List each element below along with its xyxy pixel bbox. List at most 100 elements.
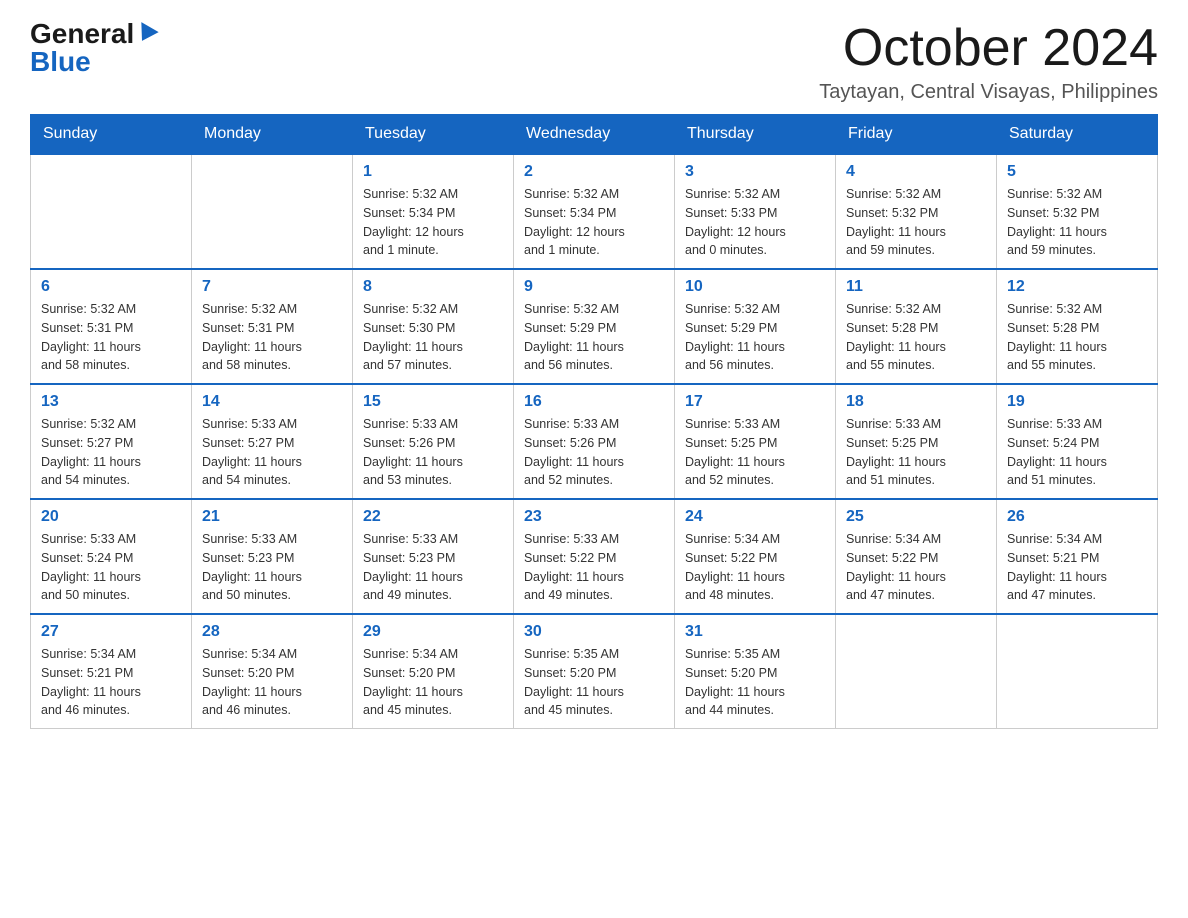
calendar-cell: 26 Sunrise: 5:34 AMSunset: 5:21 PMDayligh… [997, 499, 1158, 614]
day-number: 26 [1007, 508, 1147, 526]
day-info: Sunrise: 5:33 AMSunset: 5:25 PMDaylight:… [846, 415, 986, 490]
day-number: 14 [202, 393, 342, 411]
day-number: 13 [41, 393, 181, 411]
calendar-cell: 21 Sunrise: 5:33 AMSunset: 5:23 PMDayligh… [192, 499, 353, 614]
calendar-cell: 24 Sunrise: 5:34 AMSunset: 5:22 PMDayligh… [675, 499, 836, 614]
day-info: Sunrise: 5:32 AMSunset: 5:29 PMDaylight:… [685, 300, 825, 375]
day-info: Sunrise: 5:32 AMSunset: 5:28 PMDaylight:… [846, 300, 986, 375]
day-number: 25 [846, 508, 986, 526]
day-number: 15 [363, 393, 503, 411]
day-info: Sunrise: 5:34 AMSunset: 5:20 PMDaylight:… [202, 645, 342, 720]
calendar-day-header: Friday [836, 115, 997, 155]
calendar-table: SundayMondayTuesdayWednesdayThursdayFrid… [30, 114, 1158, 729]
day-info: Sunrise: 5:34 AMSunset: 5:22 PMDaylight:… [685, 530, 825, 605]
calendar-header-row: SundayMondayTuesdayWednesdayThursdayFrid… [31, 115, 1158, 155]
calendar-day-header: Thursday [675, 115, 836, 155]
calendar-cell: 12 Sunrise: 5:32 AMSunset: 5:28 PMDayligh… [997, 269, 1158, 384]
calendar-cell: 9 Sunrise: 5:32 AMSunset: 5:29 PMDaylight… [514, 269, 675, 384]
day-number: 3 [685, 163, 825, 181]
calendar-cell: 2Sunrise: 5:32 AMSunset: 5:34 PMDaylight… [514, 154, 675, 269]
day-number: 5 [1007, 163, 1147, 181]
day-info: Sunrise: 5:33 AMSunset: 5:24 PMDaylight:… [1007, 415, 1147, 490]
day-info: Sunrise: 5:35 AMSunset: 5:20 PMDaylight:… [685, 645, 825, 720]
day-info: Sunrise: 5:33 AMSunset: 5:26 PMDaylight:… [363, 415, 503, 490]
day-info: Sunrise: 5:32 AMSunset: 5:32 PMDaylight:… [846, 185, 986, 260]
calendar-cell: 22 Sunrise: 5:33 AMSunset: 5:23 PMDayligh… [353, 499, 514, 614]
calendar-cell: 16 Sunrise: 5:33 AMSunset: 5:26 PMDayligh… [514, 384, 675, 499]
day-number: 1 [363, 163, 503, 181]
day-number: 28 [202, 623, 342, 641]
day-number: 8 [363, 278, 503, 296]
calendar-day-header: Monday [192, 115, 353, 155]
calendar-cell: 6 Sunrise: 5:32 AMSunset: 5:31 PMDaylight… [31, 269, 192, 384]
day-info: Sunrise: 5:33 AMSunset: 5:22 PMDaylight:… [524, 530, 664, 605]
day-info: Sunrise: 5:32 AMSunset: 5:28 PMDaylight:… [1007, 300, 1147, 375]
day-number: 20 [41, 508, 181, 526]
calendar-cell: 8Sunrise: 5:32 AMSunset: 5:30 PMDaylight… [353, 269, 514, 384]
calendar-cell: 31 Sunrise: 5:35 AMSunset: 5:20 PMDayligh… [675, 614, 836, 729]
day-info: Sunrise: 5:33 AMSunset: 5:23 PMDaylight:… [363, 530, 503, 605]
calendar-cell: 10 Sunrise: 5:32 AMSunset: 5:29 PMDayligh… [675, 269, 836, 384]
day-info: Sunrise: 5:32 AMSunset: 5:29 PMDaylight:… [524, 300, 664, 375]
day-number: 17 [685, 393, 825, 411]
calendar-cell: 20 Sunrise: 5:33 AMSunset: 5:24 PMDayligh… [31, 499, 192, 614]
day-info: Sunrise: 5:32 AMSunset: 5:31 PMDaylight:… [202, 300, 342, 375]
day-number: 6 [41, 278, 181, 296]
calendar-cell: 19Sunrise: 5:33 AMSunset: 5:24 PMDayligh… [997, 384, 1158, 499]
calendar-day-header: Wednesday [514, 115, 675, 155]
day-number: 9 [524, 278, 664, 296]
calendar-cell: 7Sunrise: 5:32 AMSunset: 5:31 PMDaylight… [192, 269, 353, 384]
calendar-cell [31, 154, 192, 269]
day-info: Sunrise: 5:32 AMSunset: 5:32 PMDaylight:… [1007, 185, 1147, 260]
day-number: 30 [524, 623, 664, 641]
day-number: 16 [524, 393, 664, 411]
day-number: 24 [685, 508, 825, 526]
page-header: General Blue October 2024 Taytayan, Cent… [30, 20, 1158, 104]
logo: General Blue [30, 20, 156, 76]
day-info: Sunrise: 5:35 AMSunset: 5:20 PMDaylight:… [524, 645, 664, 720]
day-number: 22 [363, 508, 503, 526]
calendar-week-row: 27 Sunrise: 5:34 AMSunset: 5:21 PMDayligh… [31, 614, 1158, 729]
title-section: October 2024 Taytayan, Central Visayas, … [819, 20, 1158, 104]
day-number: 27 [41, 623, 181, 641]
calendar-cell: 23 Sunrise: 5:33 AMSunset: 5:22 PMDayligh… [514, 499, 675, 614]
day-info: Sunrise: 5:32 AMSunset: 5:34 PMDaylight:… [363, 185, 503, 260]
calendar-day-header: Tuesday [353, 115, 514, 155]
day-info: Sunrise: 5:33 AMSunset: 5:27 PMDaylight:… [202, 415, 342, 490]
calendar-cell: 3 Sunrise: 5:32 AMSunset: 5:33 PMDaylight… [675, 154, 836, 269]
day-number: 29 [363, 623, 503, 641]
calendar-cell [836, 614, 997, 729]
calendar-cell: 18 Sunrise: 5:33 AMSunset: 5:25 PMDayligh… [836, 384, 997, 499]
calendar-cell: 14 Sunrise: 5:33 AMSunset: 5:27 PMDayligh… [192, 384, 353, 499]
calendar-cell [192, 154, 353, 269]
day-info: Sunrise: 5:32 AMSunset: 5:31 PMDaylight:… [41, 300, 181, 375]
day-number: 23 [524, 508, 664, 526]
calendar-cell: 30 Sunrise: 5:35 AMSunset: 5:20 PMDayligh… [514, 614, 675, 729]
day-info: Sunrise: 5:34 AMSunset: 5:21 PMDaylight:… [1007, 530, 1147, 605]
day-number: 4 [846, 163, 986, 181]
day-info: Sunrise: 5:33 AMSunset: 5:23 PMDaylight:… [202, 530, 342, 605]
calendar-week-row: 1 Sunrise: 5:32 AMSunset: 5:34 PMDaylight… [31, 154, 1158, 269]
day-number: 10 [685, 278, 825, 296]
day-info: Sunrise: 5:34 AMSunset: 5:20 PMDaylight:… [363, 645, 503, 720]
calendar-week-row: 20 Sunrise: 5:33 AMSunset: 5:24 PMDayligh… [31, 499, 1158, 614]
day-number: 31 [685, 623, 825, 641]
logo-general-text: General [30, 20, 134, 48]
calendar-cell: 4 Sunrise: 5:32 AMSunset: 5:32 PMDaylight… [836, 154, 997, 269]
day-number: 12 [1007, 278, 1147, 296]
day-info: Sunrise: 5:32 AMSunset: 5:33 PMDaylight:… [685, 185, 825, 260]
calendar-cell [997, 614, 1158, 729]
day-info: Sunrise: 5:34 AMSunset: 5:21 PMDaylight:… [41, 645, 181, 720]
day-info: Sunrise: 5:33 AMSunset: 5:26 PMDaylight:… [524, 415, 664, 490]
day-info: Sunrise: 5:33 AMSunset: 5:24 PMDaylight:… [41, 530, 181, 605]
calendar-cell: 28 Sunrise: 5:34 AMSunset: 5:20 PMDayligh… [192, 614, 353, 729]
day-number: 18 [846, 393, 986, 411]
calendar-cell: 27 Sunrise: 5:34 AMSunset: 5:21 PMDayligh… [31, 614, 192, 729]
calendar-cell: 1 Sunrise: 5:32 AMSunset: 5:34 PMDaylight… [353, 154, 514, 269]
calendar-cell: 13Sunrise: 5:32 AMSunset: 5:27 PMDayligh… [31, 384, 192, 499]
day-info: Sunrise: 5:34 AMSunset: 5:22 PMDaylight:… [846, 530, 986, 605]
day-info: Sunrise: 5:32 AMSunset: 5:34 PMDaylight:… [524, 185, 664, 260]
calendar-cell: 5 Sunrise: 5:32 AMSunset: 5:32 PMDaylight… [997, 154, 1158, 269]
day-number: 21 [202, 508, 342, 526]
calendar-cell: 11Sunrise: 5:32 AMSunset: 5:28 PMDayligh… [836, 269, 997, 384]
